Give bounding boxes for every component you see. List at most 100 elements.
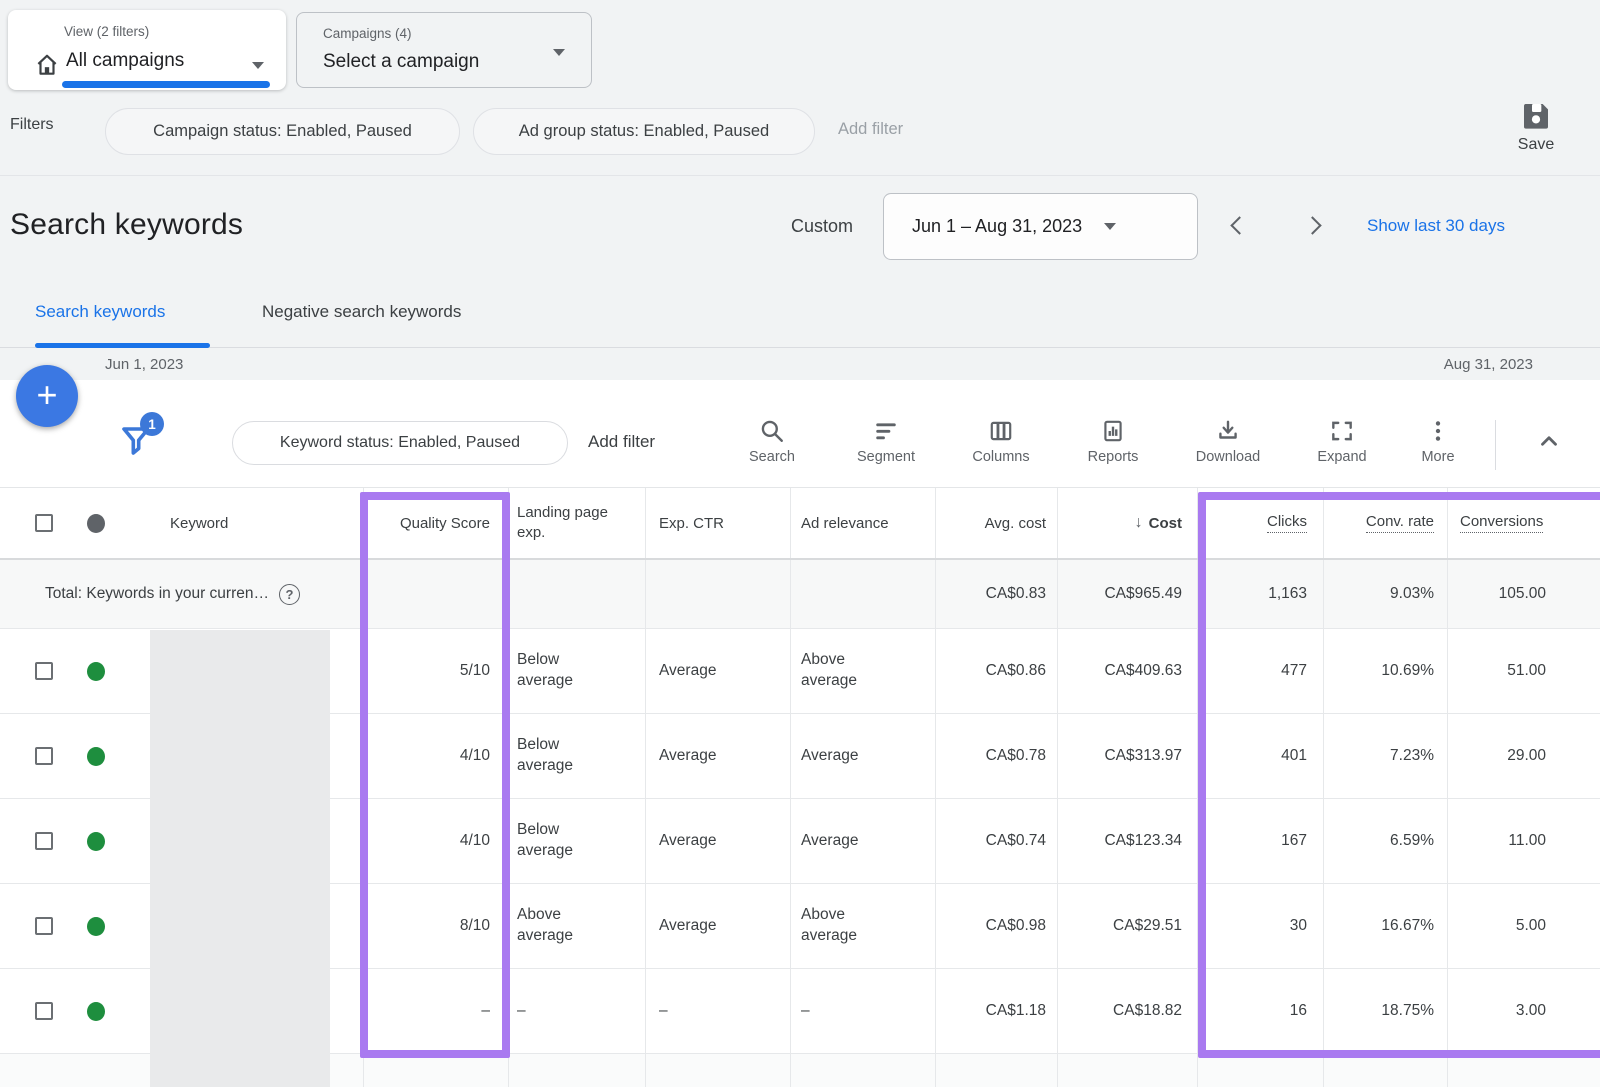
collapse-chevron-up-icon[interactable] [1534, 428, 1564, 454]
exp-ctr-cell: Average [645, 629, 790, 713]
date-range-value: Jun 1 – Aug 31, 2023 [912, 216, 1082, 237]
column-header-landing-page-exp[interactable]: Landing page exp. [508, 488, 645, 558]
save-icon [1520, 100, 1552, 132]
tab-negative-search-keywords[interactable]: Negative search keywords [262, 302, 461, 322]
chevron-down-icon [252, 62, 264, 69]
help-icon[interactable]: ? [279, 584, 300, 605]
select-all-checkbox[interactable] [35, 514, 53, 532]
status-enabled-dot [87, 917, 105, 936]
chevron-down-icon [553, 49, 565, 56]
reports-tool-label: Reports [1088, 449, 1139, 465]
tab-search-keywords[interactable]: Search keywords [35, 302, 165, 322]
landing-page-exp-cell: Above average [508, 884, 645, 968]
view-selector-label: View (2 filters) [64, 24, 149, 39]
exp-ctr-cell: Average [645, 884, 790, 968]
status-column-header-dot [87, 514, 105, 533]
add-filter-button[interactable]: Add filter [838, 120, 903, 139]
search-tool-button[interactable]: Search [724, 418, 820, 465]
more-tool-label: More [1421, 449, 1454, 465]
columns-icon [988, 418, 1014, 444]
show-last-30-days-link[interactable]: Show last 30 days [1367, 216, 1505, 236]
exp-ctr-cell: Average [645, 799, 790, 883]
status-enabled-dot [87, 747, 105, 766]
cost-cell: CA$123.34 [1057, 799, 1197, 883]
tabs-bar: Search keywords Negative search keywords [0, 290, 1600, 348]
search-icon [759, 418, 785, 444]
page-title: Search keywords [10, 208, 243, 242]
campaign-selector-label: Campaigns (4) [323, 26, 412, 41]
landing-page-exp-cell: Below average [508, 799, 645, 883]
cost-cell: CA$313.97 [1057, 714, 1197, 798]
date-range-picker[interactable]: Jun 1 – Aug 31, 2023 [883, 193, 1198, 260]
avg-cost-cell: CA$0.78 [935, 714, 1057, 798]
search-tool-label: Search [749, 449, 795, 465]
cost-cell: CA$29.51 [1057, 884, 1197, 968]
landing-page-exp-cell: Below average [508, 714, 645, 798]
sort-descending-icon: ↓ [1135, 514, 1143, 532]
row-checkbox[interactable] [35, 1002, 53, 1020]
cost-cell: CA$409.63 [1057, 629, 1197, 713]
date-mode-label: Custom [791, 216, 853, 237]
row-checkbox[interactable] [35, 832, 53, 850]
column-header-keyword[interactable]: Keyword [150, 488, 363, 558]
keyword-status-chip[interactable]: Keyword status: Enabled, Paused [232, 421, 568, 465]
campaign-status-filter-chip[interactable]: Campaign status: Enabled, Paused [105, 108, 460, 155]
landing-page-exp-cell: – [508, 969, 645, 1053]
exp-ctr-cell: – [645, 969, 790, 1053]
table-toolbar: 1 Keyword status: Enabled, Paused Add fi… [0, 380, 1600, 487]
ad-group-status-filter-chip[interactable]: Ad group status: Enabled, Paused [473, 108, 815, 155]
column-header-cost[interactable]: ↓Cost [1057, 488, 1197, 558]
next-period-button[interactable] [1303, 216, 1321, 234]
reports-tool-button[interactable]: Reports [1065, 418, 1161, 465]
campaign-selector[interactable]: Campaigns (4) Select a campaign [296, 12, 592, 88]
save-button[interactable]: Save [1506, 100, 1566, 154]
columns-tool-label: Columns [972, 449, 1029, 465]
column-header-exp-ctr[interactable]: Exp. CTR [645, 488, 790, 558]
chevron-down-icon [1104, 223, 1116, 230]
total-row-label: Total: Keywords in your curren… [45, 585, 269, 603]
exp-ctr-cell: Average [645, 714, 790, 798]
view-selector-active-bar [62, 81, 270, 88]
table-add-filter-button[interactable]: Add filter [588, 432, 655, 452]
google-ads-search-keywords-page: View (2 filters) All campaigns Campaigns… [0, 0, 1600, 1087]
timeline-start-date: Jun 1, 2023 [105, 356, 183, 373]
status-enabled-dot [87, 1002, 105, 1021]
add-keyword-fab-button[interactable]: + [16, 365, 78, 427]
avg-cost-cell: CA$0.86 [935, 629, 1057, 713]
view-selector[interactable]: View (2 filters) All campaigns [8, 10, 286, 90]
ad-relevance-cell: – [790, 969, 935, 1053]
clicks-conversions-highlight-box [1198, 492, 1600, 1058]
status-enabled-dot [87, 662, 105, 681]
column-header-avg-cost[interactable]: Avg. cost [935, 488, 1057, 558]
avg-cost-cell: CA$0.98 [935, 884, 1057, 968]
section-divider [0, 175, 1600, 176]
avg-cost-cell: CA$0.74 [935, 799, 1057, 883]
segment-tool-label: Segment [857, 449, 915, 465]
more-vertical-icon [1425, 418, 1451, 444]
filters-label: Filters [10, 116, 54, 134]
column-header-ad-relevance[interactable]: Ad relevance [790, 488, 935, 558]
segment-tool-button[interactable]: Segment [838, 418, 934, 465]
row-checkbox[interactable] [35, 917, 53, 935]
row-checkbox[interactable] [35, 662, 53, 680]
landing-page-exp-cell: Below average [508, 629, 645, 713]
toolbar-divider [1495, 420, 1496, 470]
view-selector-value: All campaigns [66, 50, 184, 72]
ad-relevance-cell: Above average [790, 884, 935, 968]
more-tool-button[interactable]: More [1390, 418, 1486, 465]
expand-icon [1329, 418, 1355, 444]
campaign-selector-value: Select a campaign [323, 51, 479, 73]
total-cost: CA$965.49 [1057, 560, 1197, 628]
plus-icon: + [36, 377, 57, 413]
row-checkbox[interactable] [35, 747, 53, 765]
expand-tool-label: Expand [1317, 449, 1366, 465]
previous-period-button[interactable] [1230, 216, 1248, 234]
download-icon [1215, 418, 1241, 444]
expand-tool-button[interactable]: Expand [1294, 418, 1390, 465]
download-tool-button[interactable]: Download [1180, 418, 1276, 465]
reports-icon [1100, 418, 1126, 444]
total-avg-cost: CA$0.83 [935, 560, 1057, 628]
columns-tool-button[interactable]: Columns [953, 418, 1049, 465]
home-icon [34, 52, 60, 78]
cost-cell: CA$18.82 [1057, 969, 1197, 1053]
